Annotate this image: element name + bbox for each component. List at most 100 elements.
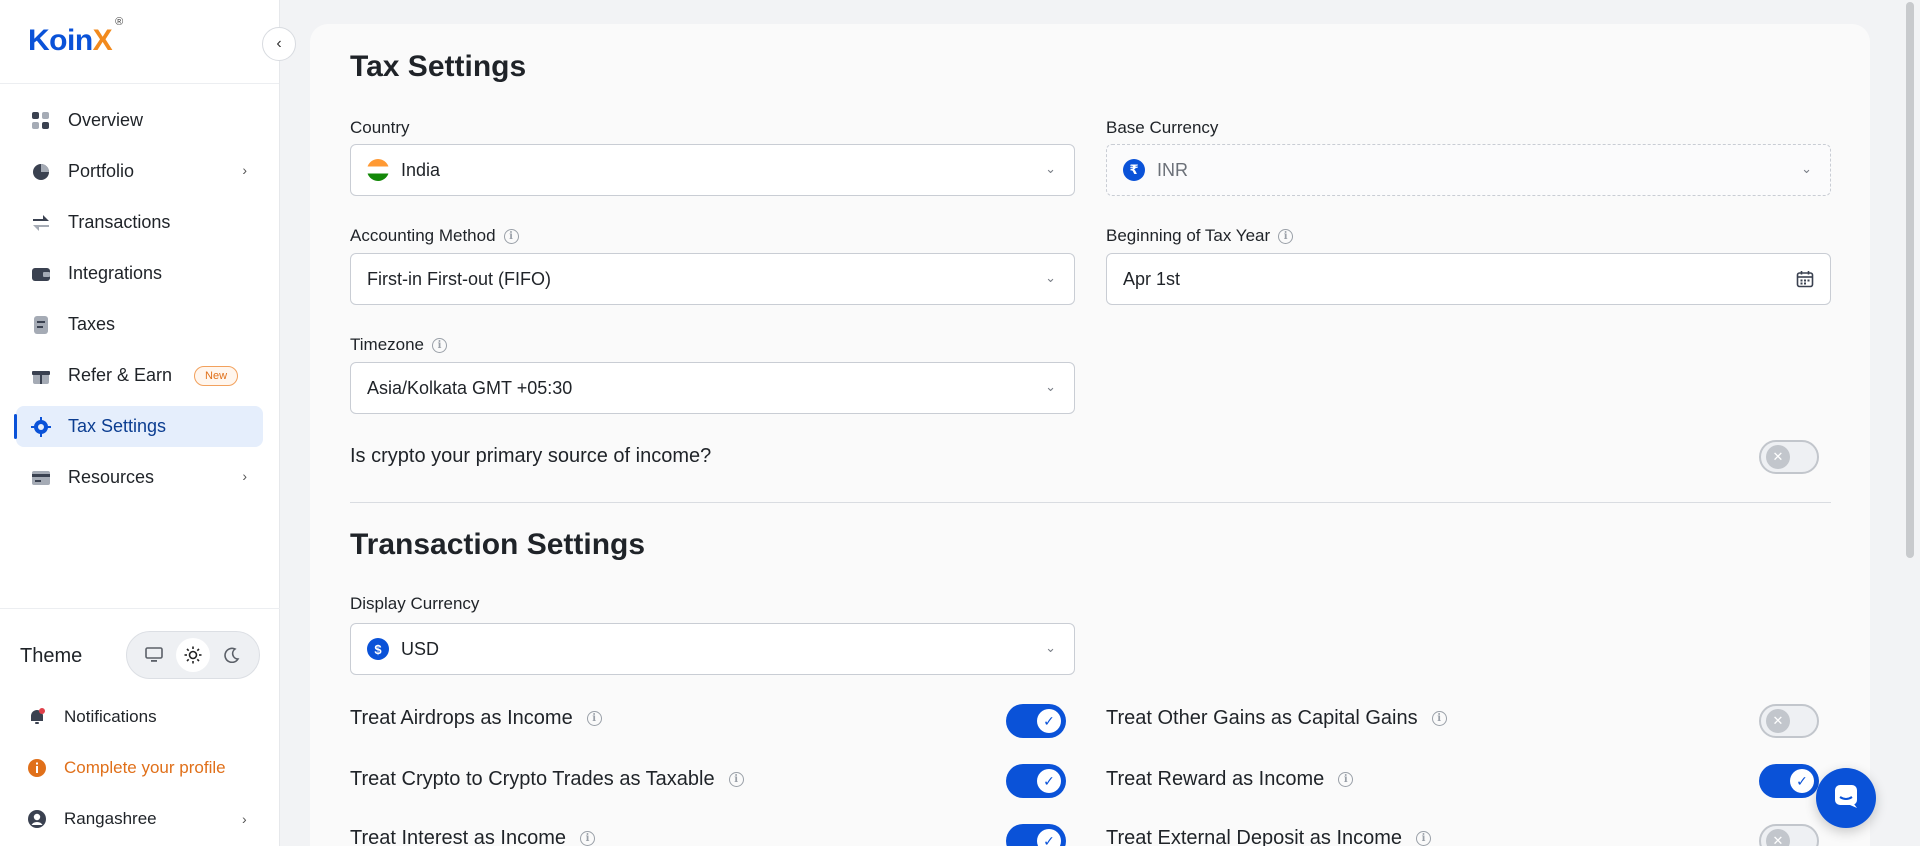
chevron-down-icon: ⌄	[1045, 161, 1056, 176]
theme-toggle	[126, 631, 260, 679]
close-icon: ✕	[1766, 445, 1790, 469]
chevron-down-icon: ⌄	[1045, 270, 1056, 285]
tax-settings-title: Tax Settings	[350, 50, 527, 83]
timezone-label-text: Timezone	[350, 335, 425, 354]
info-icon[interactable]: i	[432, 337, 448, 353]
scrollbar[interactable]	[1906, 2, 1914, 558]
pie-chart-icon	[30, 161, 52, 183]
sidebar-item-resources[interactable]: Resources ›	[16, 457, 263, 498]
crypto-trades-option-label: Treat Crypto to Crypto Trades as Taxable…	[350, 768, 744, 791]
chevron-left-icon: ‹	[276, 35, 282, 52]
option-label-text: Treat Other Gains as Capital Gains	[1106, 707, 1418, 729]
user-profile-item[interactable]: Rangashree ›	[26, 804, 247, 834]
other-gains-option-label: Treat Other Gains as Capital Gains i	[1106, 707, 1447, 730]
registered-mark: ®	[115, 16, 123, 28]
country-select[interactable]: India ⌄	[350, 144, 1075, 196]
external-deposit-toggle[interactable]: ✕	[1759, 824, 1819, 846]
country-label: Country	[350, 118, 410, 138]
chat-support-button[interactable]	[1816, 768, 1876, 828]
sidebar-item-integrations[interactable]: Integrations	[16, 253, 263, 294]
gear-icon	[30, 416, 52, 438]
sidebar-item-label: Taxes	[68, 314, 116, 334]
sidebar: KoinX® ‹ Overview Portfolio › Transactio…	[0, 0, 296, 846]
dollar-icon: $	[367, 638, 389, 660]
interest-option-label: Treat Interest as Income i	[350, 827, 596, 846]
sidebar-item-portfolio[interactable]: Portfolio ›	[16, 151, 263, 192]
chevron-down-icon: ⌄	[1045, 640, 1056, 655]
sidebar-item-taxes[interactable]: Taxes	[16, 304, 263, 345]
notifications-label: Notifications	[64, 707, 157, 726]
accounting-method-value: First-in First-out (FIFO)	[367, 268, 551, 289]
transaction-settings-title: Transaction Settings	[350, 528, 646, 561]
option-label-text: Treat Crypto to Crypto Trades as Taxable	[350, 768, 715, 790]
gift-icon	[30, 365, 52, 387]
sidebar-item-refer-earn[interactable]: Refer & Earn New	[16, 355, 263, 396]
complete-profile-label: Complete your profile	[64, 758, 226, 777]
tax-year-label-text: Beginning of Tax Year	[1106, 226, 1271, 245]
moon-icon[interactable]	[215, 638, 249, 672]
user-name: Rangashree	[64, 809, 157, 828]
sun-icon[interactable]	[175, 638, 210, 672]
transfer-icon	[30, 212, 52, 234]
sidebar-item-label: Overview	[68, 110, 144, 130]
info-icon[interactable]: i	[503, 228, 519, 244]
bell-icon	[26, 708, 48, 726]
chevron-down-icon: ⌄	[1045, 379, 1056, 394]
info-icon[interactable]: i	[586, 711, 602, 726]
info-icon[interactable]: i	[1338, 772, 1354, 787]
check-icon: ✓	[1037, 829, 1061, 846]
display-currency-label-text: Display Currency	[350, 594, 480, 613]
koinx-logo[interactable]: KoinX®	[28, 16, 123, 58]
sidebar-item-label: Refer & Earn	[68, 365, 173, 385]
display-currency-value: USD	[401, 638, 440, 659]
chevron-right-icon: ›	[242, 162, 247, 178]
accounting-method-label: Accounting Method i	[350, 226, 519, 246]
base-currency-select[interactable]: ₹ INR ⌄	[1106, 144, 1831, 196]
option-label-text: Treat Reward as Income	[1106, 768, 1325, 790]
base-currency-value: INR	[1157, 159, 1188, 180]
base-currency-label-text: Base Currency	[1106, 118, 1219, 137]
option-label-text: Treat Airdrops as Income	[350, 707, 573, 729]
info-icon[interactable]: i	[580, 831, 596, 846]
display-currency-label: Display Currency	[350, 594, 479, 614]
sidebar-item-label: Resources	[68, 467, 155, 487]
tax-settings-panel: Tax Settings Country India ⌄ Base Curren…	[310, 24, 1870, 846]
base-currency-label: Base Currency	[1106, 118, 1218, 138]
display-currency-select[interactable]: $ USD ⌄	[350, 623, 1075, 675]
airdrops-toggle[interactable]: ✓	[1006, 704, 1066, 738]
primary-income-toggle[interactable]: ✕	[1759, 440, 1819, 474]
info-icon[interactable]: i	[728, 772, 744, 787]
accounting-method-select[interactable]: First-in First-out (FIFO) ⌄	[350, 253, 1075, 305]
chevron-right-icon: ›	[242, 468, 247, 484]
info-icon[interactable]: i	[1431, 711, 1447, 726]
sidebar-item-tax-settings[interactable]: Tax Settings	[14, 406, 263, 447]
document-icon	[30, 314, 52, 336]
tax-year-input[interactable]: Apr 1st	[1106, 253, 1831, 305]
info-icon[interactable]: i	[1278, 228, 1294, 244]
reward-toggle[interactable]: ✓	[1759, 764, 1819, 798]
other-gains-toggle[interactable]: ✕	[1759, 704, 1819, 738]
new-badge: New	[194, 365, 239, 386]
sidebar-item-label: Transactions	[68, 212, 171, 232]
info-icon[interactable]: i	[1416, 831, 1432, 846]
timezone-select[interactable]: Asia/Kolkata GMT +05:30 ⌄	[350, 362, 1075, 414]
crypto-trades-toggle[interactable]: ✓	[1006, 764, 1066, 798]
notifications-item[interactable]: Notifications	[26, 702, 157, 732]
monitor-icon[interactable]	[137, 638, 171, 672]
airdrops-option-label: Treat Airdrops as Income i	[350, 707, 602, 730]
accounting-method-label-text: Accounting Method	[350, 226, 496, 245]
option-label-text: Treat External Deposit as Income	[1106, 827, 1403, 846]
interest-toggle[interactable]: ✓	[1006, 824, 1066, 846]
sidebar-item-transactions[interactable]: Transactions	[16, 202, 263, 243]
tax-year-label: Beginning of Tax Year i	[1106, 226, 1294, 246]
close-icon: ✕	[1766, 829, 1790, 846]
collapse-sidebar-button[interactable]: ‹	[262, 27, 296, 61]
info-alert-icon	[26, 758, 48, 778]
logo-text: Koin	[28, 24, 93, 57]
complete-profile-item[interactable]: Complete your profile	[26, 753, 226, 783]
calendar-icon[interactable]	[1796, 270, 1814, 293]
chat-icon	[1832, 782, 1860, 815]
timezone-label: Timezone i	[350, 335, 448, 355]
sidebar-item-overview[interactable]: Overview	[16, 100, 263, 141]
wallet-icon	[30, 263, 52, 285]
